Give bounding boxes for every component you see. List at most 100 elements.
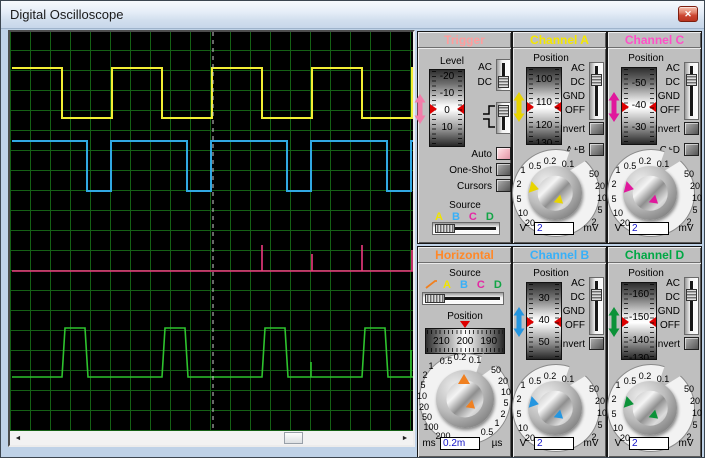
trigger-coupling-labels: AC DC [454,60,492,90]
trigger-source-slider[interactable] [432,222,500,235]
gauge-value: 10 [441,122,453,133]
channel-c-panel: Channel C Position -50 -40 -30 AC DC GND… [607,31,702,244]
unit-left: V [614,438,622,449]
scroll-right-icon[interactable]: ► [397,431,413,445]
dial-scale-label: 0.5 [623,161,637,171]
slider-handle[interactable] [498,105,509,117]
coupling-labels: AC DC GND OFF [657,278,680,331]
dial-scale-label: 20 [689,396,701,406]
dial-scale-label: 50 [490,365,502,375]
scale-value-input[interactable] [629,437,669,450]
position-drag-arrow[interactable] [513,307,525,337]
invert-button[interactable] [589,122,604,135]
dial-scale-label: 2 [611,394,617,404]
one-shot-label: One-Shot [449,165,492,176]
coupling-slider[interactable] [684,277,699,335]
dial-scale-label: 5 [611,194,617,204]
slider-handle[interactable] [435,224,455,233]
unit-left: V [614,223,622,234]
scope-display-frame: ◄ ► [8,30,415,447]
auto-button[interactable] [496,147,511,160]
one-shot-button[interactable] [496,163,511,176]
dial-scale-label: 0.5 [528,376,542,386]
horizontal-source-label: Source [449,268,481,279]
close-button[interactable]: ✕ [678,6,698,22]
dial-scale-label: 50 [421,412,433,422]
edge-ramp-icon [425,280,437,289]
invert-button[interactable] [589,337,604,350]
oscilloscope-window: Digital Oscilloscope ✕ ◄ ► Trigger Level… [0,0,705,458]
dial-scale-label: 50 [683,384,695,394]
level-drag-arrow[interactable] [414,94,426,124]
invert-label: Invert [559,124,585,135]
coupling-slider[interactable] [589,62,604,120]
dial-scale-label: 10 [612,423,624,433]
position-drag-arrow[interactable] [608,92,620,122]
dial-scale-label: 10 [517,423,529,433]
unit-right: mV [678,223,694,234]
dial-scale-label: 1 [494,418,500,428]
dial-scale-label: 10 [691,193,703,203]
position-drag-arrow[interactable] [608,307,620,337]
dial-scale-label: 0.2 [638,371,652,381]
coupling-slider[interactable] [684,62,699,120]
invert-label: Invert [654,124,680,135]
scope-screen[interactable] [10,32,413,431]
dial-scale-label: 0.2 [543,156,557,166]
channel-a-panel: Channel A Position 100 110 120 130 AC DC… [512,31,607,244]
channel-d-panel: Channel D Position -160 -150 -140 -130 A… [607,246,702,457]
coupling-slider[interactable] [589,277,604,335]
dial-scale-label: 0.2 [638,156,652,166]
slider-handle[interactable] [425,294,445,303]
trigger-coupling-slider[interactable] [496,59,511,91]
slider-handle[interactable] [498,76,509,88]
invert-button[interactable] [684,122,699,135]
source-c: C [476,279,485,291]
slider-handle[interactable] [686,74,697,86]
dial-scale-label: 5 [611,409,617,419]
gauge-marker-left [622,102,629,112]
title-bar[interactable]: Digital Oscilloscope ✕ [1,1,704,29]
trace-channel-b [12,140,413,192]
scale-value-input[interactable] [629,222,669,235]
dial-scale-label: 5 [503,398,509,408]
dial-scale-label: 10 [500,387,512,397]
trigger-panel: Trigger Level -20 -10 0 10 AC DC Auto On… [414,31,512,244]
dial-scale-label: 2 [516,179,522,189]
dial-scale-label: 5 [516,409,522,419]
horizontal-title: Horizontal [418,247,511,263]
dial-scale-label: 20 [418,402,430,412]
horizontal-source-options: A B C D [443,279,502,291]
source-a: A [443,279,451,291]
horizontal-position-gauge[interactable]: 210 200 190 [425,328,505,354]
dial-scale-label: 5 [692,420,698,430]
channel-d-title: Channel D [608,247,701,263]
cursors-button[interactable] [496,179,511,192]
channel-c-title: Channel C [608,32,701,48]
rising-edge-icon [483,105,495,115]
horizontal-source-slider[interactable] [422,292,504,305]
scroll-left-icon[interactable]: ◄ [10,431,26,445]
dial-scale-label: 0.1 [561,374,575,384]
invert-button[interactable] [684,337,699,350]
dial-scale-label: 0.5 [528,161,542,171]
scrollbar-thumb[interactable] [284,432,303,444]
dial-scale-label: 10 [612,208,624,218]
horizontal-scrollbar[interactable]: ◄ ► [10,431,413,445]
scale-value-input[interactable] [534,222,574,235]
slider-handle[interactable] [591,74,602,86]
slider-handle[interactable] [591,289,602,301]
trigger-edge-slider[interactable] [496,102,511,134]
unit-right: mV [583,438,599,449]
slider-handle[interactable] [686,289,697,301]
dial-scale-label: 10 [596,193,608,203]
dial-scale-label: 2 [500,409,506,419]
close-icon: ✕ [684,8,692,19]
dial-scale-label: 1 [428,361,434,371]
dial-scale-label: 1 [520,165,526,175]
position-drag-arrow[interactable] [513,92,525,122]
scale-value-input[interactable] [534,437,574,450]
timebase-value-input[interactable] [440,437,480,450]
dial-scale-label: 0.2 [453,352,467,362]
ac-label: AC [478,62,492,73]
